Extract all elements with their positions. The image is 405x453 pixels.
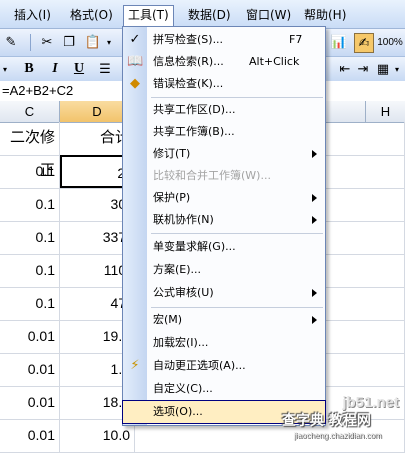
menu-item-label: 宏(M) (153, 313, 183, 326)
menu-item-label: 共享工作簿(B)... (153, 125, 235, 138)
menu-item-label: 联机协作(N) (153, 213, 214, 226)
increase-indent-icon[interactable]: ⇥ (354, 60, 372, 78)
menu-separator (151, 307, 323, 308)
menu-item-label: 方案(E)... (153, 263, 202, 276)
menu-item-online-collaboration[interactable]: 联机协作(N) (123, 209, 325, 231)
menu-data[interactable]: 数据(D) (184, 6, 235, 24)
autocorrect-icon: ⚡ (130, 358, 140, 373)
menu-item-macro[interactable]: 宏(M) (123, 309, 325, 331)
menu-item-label: 加载宏(I)... (153, 336, 209, 349)
menu-item-goal-seek[interactable]: 单变量求解(G)... (123, 236, 325, 258)
menu-item-add-ins[interactable]: 加载宏(I)... (123, 332, 325, 354)
underline-button[interactable]: U (70, 60, 88, 78)
borders-dropdown-icon[interactable]: ▾ (392, 60, 402, 78)
watermark-site: jb51.net (342, 394, 399, 411)
paste-icon[interactable]: 📋 (84, 33, 102, 51)
cell-h[interactable] (366, 221, 405, 254)
font-size-dropdown-icon[interactable]: ▾ (0, 60, 10, 78)
spellcheck-icon: ✓ (129, 32, 141, 47)
watermark: jb51.net 查字典 教程网 jiaocheng.chazidian.com (270, 378, 405, 444)
cell-c[interactable]: 0.01 (0, 320, 60, 353)
menu-item-shared-workspace[interactable]: 共享工作区(D)... (123, 99, 325, 121)
toolbar-separator (30, 34, 31, 51)
cell-c[interactable]: 0.01 (0, 353, 60, 386)
menu-item-label: 公式审核(U) (153, 286, 214, 299)
paste-dropdown-icon[interactable]: ▾ (104, 33, 114, 51)
menu-item-spellcheck[interactable]: ✓ 拼写检查(S)... F7 (123, 29, 325, 51)
menu-item-label: 比较和合并工作簿(W)... (153, 169, 271, 182)
menu-item-shortcut: Alt+Click (249, 55, 300, 68)
menu-item-label: 自定义(C)... (153, 382, 213, 395)
align-left-icon[interactable]: ☰ (96, 60, 114, 78)
cell-h[interactable] (366, 320, 405, 353)
submenu-arrow-icon (312, 216, 317, 224)
cell-c[interactable]: 0.01 (0, 419, 60, 452)
menu-tools[interactable]: 工具(T) (123, 5, 174, 28)
research-icon[interactable]: ✎ (2, 33, 20, 51)
error-check-icon: ◆ (130, 76, 140, 91)
menu-item-label: 自动更正选项(A)... (153, 359, 246, 372)
decrease-indent-icon[interactable]: ⇤ (336, 60, 354, 78)
menu-item-label: 错误检查(K)... (153, 77, 224, 90)
cell-c[interactable]: 0.1 (0, 188, 60, 221)
cell-h[interactable] (366, 122, 405, 155)
cell-c[interactable]: 0.1 (0, 254, 60, 287)
submenu-arrow-icon (312, 194, 317, 202)
menu-item-protection[interactable]: 保护(P) (123, 187, 325, 209)
menu-bar: 插入(I) 格式(O) 工具(T) 数据(D) 窗口(W) 帮助(H) (0, 0, 405, 29)
submenu-arrow-icon (312, 150, 317, 158)
menu-window[interactable]: 窗口(W) (242, 6, 295, 24)
borders-icon[interactable]: ▦ (374, 60, 392, 78)
submenu-arrow-icon (312, 316, 317, 324)
menu-help[interactable]: 帮助(H) (300, 6, 350, 24)
menu-item-scenarios[interactable]: 方案(E)... (123, 259, 325, 281)
menu-item-error-check[interactable]: ◆ 错误检查(K)... (123, 73, 325, 95)
cell-h[interactable] (366, 287, 405, 320)
menu-item-label: 保护(P) (153, 191, 191, 204)
watermark-url: jiaocheng.chazidian.com (294, 431, 382, 440)
bold-button[interactable]: B (20, 60, 38, 78)
formula-text: =A2+B2+C2 (2, 83, 74, 98)
cell-h[interactable] (366, 155, 405, 188)
cell-c-header[interactable]: 二次修正 (0, 122, 60, 179)
menu-item-compare-merge: 比较和合并工作簿(W)... (123, 165, 325, 187)
menu-item-track-changes[interactable]: 修订(T) (123, 143, 325, 165)
copy-icon[interactable]: ❐ (60, 33, 78, 51)
menu-item-research[interactable]: 📖 信息检索(R)... Alt+Click (123, 51, 325, 73)
chart-wizard-icon[interactable]: 📊 (330, 33, 348, 51)
cell-c[interactable]: 0.1 (0, 287, 60, 320)
cell-h[interactable] (366, 188, 405, 221)
cell-c[interactable]: 0.1 (0, 221, 60, 254)
drawing-icon[interactable]: ✍ (354, 33, 374, 53)
menu-item-shortcut: F7 (289, 33, 303, 46)
menu-insert[interactable]: 插入(I) (10, 6, 55, 24)
cell-c[interactable]: 0.01 (0, 386, 60, 419)
cut-icon[interactable]: ✂ (38, 33, 56, 51)
column-header-c[interactable]: C (0, 101, 60, 123)
cell-c[interactable]: 0.1 (0, 155, 60, 188)
research-icon: 📖 (127, 54, 144, 69)
column-header-h[interactable]: H (366, 101, 405, 123)
menu-item-share-workbook[interactable]: 共享工作簿(B)... (123, 121, 325, 143)
menu-format[interactable]: 格式(O) (66, 6, 117, 24)
tools-menu: ✓ 拼写检查(S)... F7 📖 信息检索(R)... Alt+Click ◆… (122, 26, 326, 426)
zoom-box[interactable]: 100% (376, 33, 404, 51)
menu-item-label: 单变量求解(G)... (153, 240, 236, 253)
cell-h[interactable] (366, 254, 405, 287)
italic-button[interactable]: I (46, 60, 64, 78)
menu-item-label: 修订(T) (153, 147, 191, 160)
submenu-arrow-icon (312, 289, 317, 297)
menu-item-formula-auditing[interactable]: 公式审核(U) (123, 282, 325, 304)
menu-item-label: 选项(O)... (153, 405, 203, 418)
menu-item-label: 信息检索(R)... (153, 55, 224, 68)
menu-item-label: 共享工作区(D)... (153, 103, 236, 116)
watermark-brand: 查字典 教程网 (282, 413, 371, 429)
menu-separator (151, 97, 323, 98)
menu-separator (151, 233, 323, 234)
menu-item-autocorrect[interactable]: ⚡ 自动更正选项(A)... (123, 355, 325, 377)
menu-item-label: 拼写检查(S)... (153, 33, 224, 46)
